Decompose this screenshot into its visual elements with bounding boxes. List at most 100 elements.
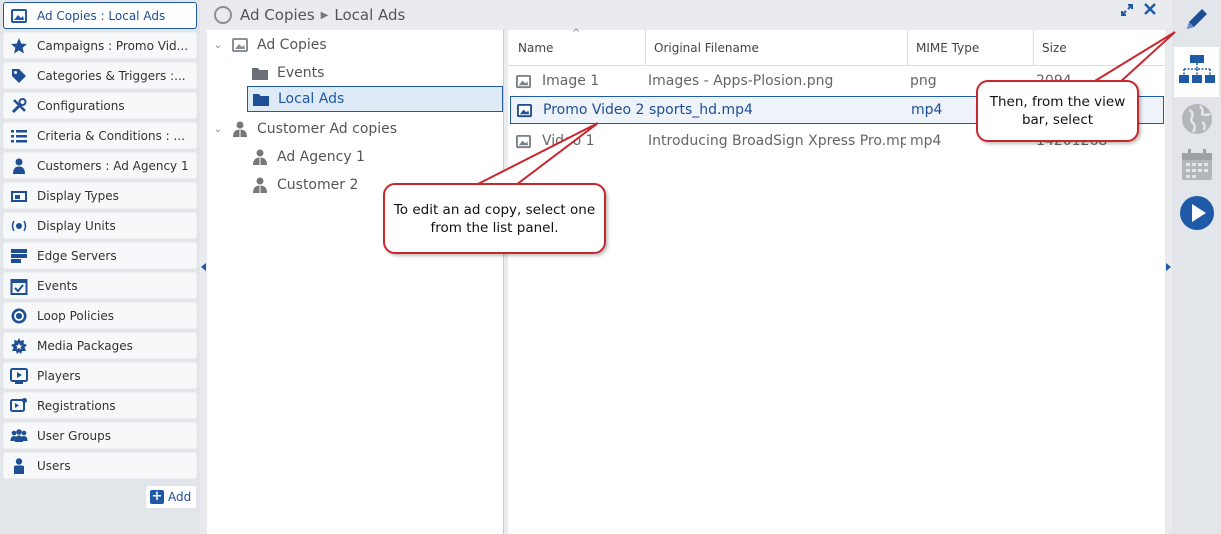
- globe-icon: [1180, 102, 1214, 140]
- close-icon[interactable]: [1143, 2, 1157, 20]
- sidebar-item-users[interactable]: Users: [3, 452, 197, 479]
- play-icon: [1179, 195, 1215, 235]
- tree-node-label: Events: [277, 65, 325, 81]
- sidebar-item-media-packages[interactable]: Media Packages: [3, 332, 197, 359]
- sidebar-item-label: Criteria & Conditions : ...: [37, 128, 185, 143]
- sidebar-item-label: Customers : Ad Agency 1: [37, 158, 189, 173]
- chevron-down-icon[interactable]: ⌄: [211, 40, 225, 51]
- star-icon: [10, 37, 28, 55]
- sidebar-item-label: Events: [37, 278, 78, 293]
- restore-window-icon[interactable]: [1120, 3, 1134, 21]
- tree-node-ad-copies[interactable]: ⌄ Ad Copies: [211, 32, 501, 58]
- callout-edit-instruction: To edit an ad copy, select one from the …: [383, 183, 606, 254]
- server-icon: [10, 247, 28, 265]
- tree-node-label: Customer 2: [277, 177, 359, 193]
- calendar-view-button[interactable]: [1174, 146, 1219, 188]
- cell-filename: sports_hd.mp4: [649, 102, 753, 118]
- breadcrumb-separator-icon: ▶: [320, 9, 329, 21]
- display-types-icon: [10, 187, 28, 205]
- sidebar-item-user-groups[interactable]: User Groups: [3, 422, 197, 449]
- breadcrumb: Ad Copies ▶ Local Ads: [207, 0, 1165, 30]
- customer-icon: [231, 120, 249, 138]
- app-window: Ad Copies : Local Ads Campaigns : Promo …: [0, 0, 1221, 534]
- tree-panel: ⌄ Ad Copies Events Local Ads ⌄ Customer …: [207, 30, 504, 534]
- sidebar-item-configurations[interactable]: Configurations: [3, 92, 197, 119]
- player-icon: [10, 367, 28, 385]
- play-view-button[interactable]: [1174, 194, 1219, 236]
- image-icon: [516, 97, 533, 123]
- cell-name: Video 1: [542, 133, 595, 149]
- callout-viewbar-instruction: Then, from the view bar, select: [976, 80, 1139, 142]
- tree-node-events[interactable]: Events: [251, 60, 501, 86]
- loop-icon: [10, 307, 28, 325]
- tree-node-local-ads[interactable]: Local Ads: [247, 86, 503, 112]
- column-header-name[interactable]: Name: [508, 30, 646, 66]
- sidebar-item-categories[interactable]: Categories & Triggers :...: [3, 62, 197, 89]
- sidebar-item-players[interactable]: Players: [3, 362, 197, 389]
- cell-filename: Images - Apps-Plosion.png: [648, 73, 834, 89]
- sidebar-item-label: Users: [37, 458, 71, 473]
- breadcrumb-current: Local Ads: [334, 6, 406, 24]
- cell-name: Image 1: [542, 73, 600, 89]
- customer-icon: [251, 176, 269, 194]
- package-icon: [10, 337, 28, 355]
- tree-node-label: Ad Agency 1: [277, 149, 365, 165]
- expand-viewbar-arrow-icon[interactable]: [1166, 263, 1171, 271]
- tree-node-label: Ad Copies: [257, 37, 327, 53]
- sidebar-item-events[interactable]: Events: [3, 272, 197, 299]
- hierarchy-view-button[interactable]: [1174, 47, 1219, 97]
- sidebar-item-customers[interactable]: Customers : Ad Agency 1: [3, 152, 197, 179]
- cell-name: Promo Video 2: [543, 102, 645, 118]
- circle-icon: [214, 6, 232, 24]
- sidebar-item-ad-copies[interactable]: Ad Copies : Local Ads: [3, 2, 197, 29]
- sidebar-item-label: Display Types: [37, 188, 119, 203]
- sidebar-item-label: Configurations: [37, 98, 125, 113]
- sidebar-item-loop-policies[interactable]: Loop Policies: [3, 302, 197, 329]
- sidebar-item-label: Campaigns : Promo Vid...: [37, 38, 189, 53]
- sidebar-item-label: Display Units: [37, 218, 116, 233]
- hierarchy-icon: [1178, 53, 1215, 91]
- sidebar-item-display-units[interactable]: Display Units: [3, 212, 197, 239]
- sidebar: Ad Copies : Local Ads Campaigns : Promo …: [0, 0, 200, 534]
- view-bar: [1172, 0, 1221, 534]
- sidebar-item-criteria[interactable]: Criteria & Conditions : ...: [3, 122, 197, 149]
- column-header-mime[interactable]: MIME Type: [906, 30, 1034, 66]
- sidebar-item-edge-servers[interactable]: Edge Servers: [3, 242, 197, 269]
- user-icon: [10, 457, 28, 475]
- sidebar-item-label: User Groups: [37, 428, 111, 443]
- breadcrumb-root[interactable]: Ad Copies: [240, 6, 315, 24]
- image-icon: [515, 127, 532, 155]
- display-unit-icon: [10, 217, 28, 235]
- collapse-sidebar-arrow-icon[interactable]: [201, 263, 206, 271]
- sidebar-item-campaigns[interactable]: Campaigns : Promo Vid...: [3, 32, 197, 59]
- image-icon: [515, 67, 532, 95]
- tag-icon: [10, 67, 28, 85]
- sidebar-item-label: Media Packages: [37, 338, 133, 353]
- registration-icon: [10, 397, 28, 415]
- sidebar-item-label: Ad Copies : Local Ads: [37, 8, 166, 23]
- list-icon: [10, 127, 28, 145]
- column-header-size[interactable]: Size: [1032, 30, 1165, 66]
- map-view-button[interactable]: [1174, 100, 1219, 142]
- plus-icon: +: [150, 489, 164, 504]
- calendar-check-icon: [10, 277, 28, 295]
- sidebar-item-label: Registrations: [37, 398, 116, 413]
- customer-icon: [251, 148, 269, 166]
- sidebar-item-label: Players: [37, 368, 81, 383]
- add-button-label: Add: [168, 490, 192, 504]
- cell-filename: Introducing BroadSign Xpress Pro.mp4: [648, 133, 906, 149]
- tree-node-customer-ad-copies[interactable]: ⌄ Customer Ad copies: [211, 116, 501, 142]
- chevron-down-icon[interactable]: ⌄: [211, 124, 225, 135]
- folder-icon: [251, 64, 269, 82]
- customer-icon: [10, 157, 28, 175]
- sidebar-item-label: Loop Policies: [37, 308, 114, 323]
- column-header-filename[interactable]: Original Filename: [644, 30, 908, 66]
- image-icon: [231, 36, 249, 54]
- edit-view-button[interactable]: [1174, 0, 1219, 42]
- sidebar-item-display-types[interactable]: Display Types: [3, 182, 197, 209]
- tree-node-ad-agency-1[interactable]: Ad Agency 1: [251, 144, 501, 170]
- add-button[interactable]: + Add: [146, 486, 196, 508]
- list-header: ^ Name Original Filename MIME Type Size: [508, 28, 1165, 66]
- sidebar-item-registrations[interactable]: Registrations: [3, 392, 197, 419]
- tree-node-label: Local Ads: [278, 91, 345, 107]
